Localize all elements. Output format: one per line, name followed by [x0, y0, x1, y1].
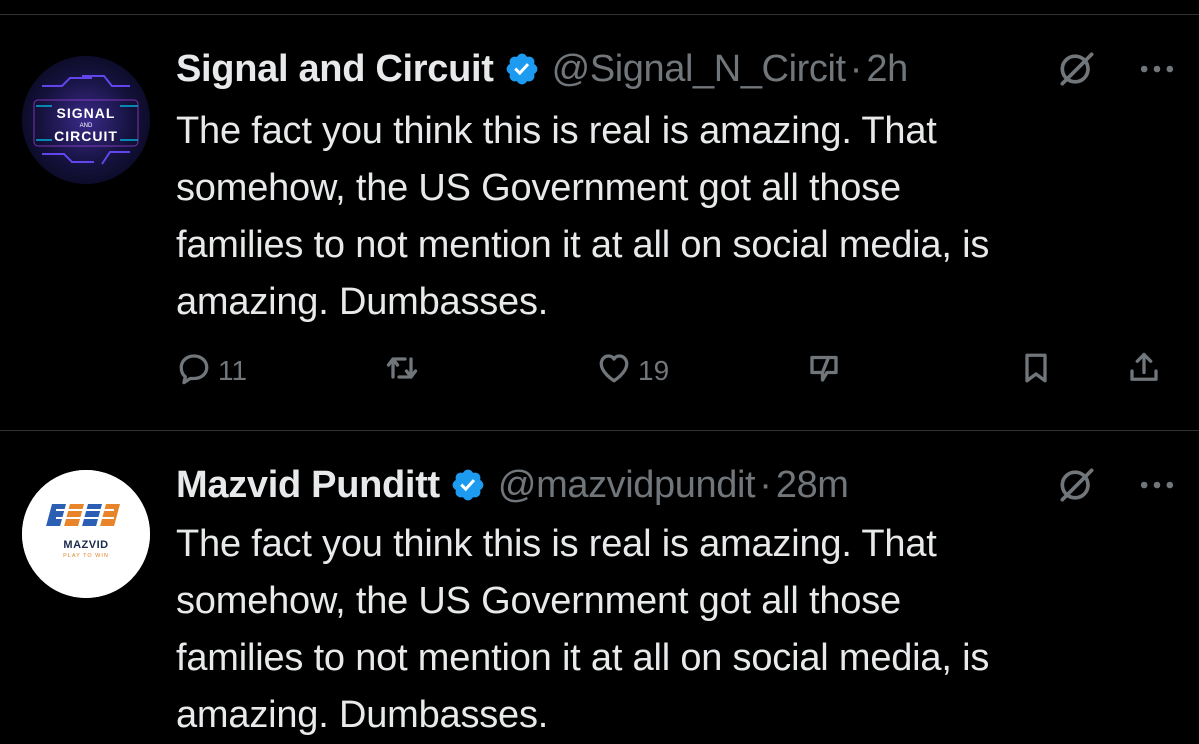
tweet-text-line: families to not mention it at all on soc…: [176, 637, 990, 679]
retweet-button[interactable]: [384, 349, 420, 393]
verified-badge-icon: [504, 51, 540, 87]
tweet-text-line: The fact you think this is real is amazi…: [176, 110, 937, 152]
share-icon: [1126, 350, 1162, 393]
display-name[interactable]: Mazvid Punditt: [176, 464, 440, 507]
reply-icon: [176, 350, 212, 393]
tweet-header: Mazvid Punditt @mazvidpundit · 28m: [176, 455, 1179, 515]
avatar[interactable]: SIGNAL AND CIRCUIT: [22, 56, 150, 184]
reply-count: 11: [218, 355, 248, 386]
grok-icon[interactable]: [1055, 47, 1099, 91]
tweet-text-line: somehow, the US Government got all those: [176, 580, 901, 622]
action-bar: 11 19: [176, 349, 1176, 393]
grok-image-icon: [806, 350, 842, 393]
avatar-text-1: MAZVID: [63, 539, 108, 551]
separator-dot: ·: [759, 463, 772, 506]
avatar-text-1: SIGNAL: [57, 105, 116, 121]
tweet-text-line: somehow, the US Government got all those: [176, 167, 901, 209]
tweet-text-line: The fact you think this is real is amazi…: [176, 523, 937, 565]
retweet-icon: [384, 350, 420, 393]
bookmark-button[interactable]: [1018, 349, 1054, 393]
grok-icon[interactable]: [1055, 463, 1099, 507]
share-button[interactable]: [1126, 349, 1162, 393]
tweet-header: Signal and Circuit @Signal_N_Circit · 2h: [176, 39, 1179, 99]
handle[interactable]: @Signal_N_Circit: [552, 48, 846, 91]
tweet-text-line: families to not mention it at all on soc…: [176, 224, 990, 266]
separator-dot: ·: [849, 47, 863, 90]
like-icon: [596, 350, 632, 393]
tweet-text-line: amazing. Dumbasses.: [176, 281, 549, 323]
verified-badge-icon: [450, 467, 486, 503]
avatar-text-2: PLAY TO WIN: [63, 553, 109, 559]
timestamp[interactable]: 28m: [776, 464, 849, 507]
tweet-text: The fact you think this is real is amazi…: [176, 103, 1166, 331]
timestamp[interactable]: 2h: [866, 48, 908, 91]
tweet[interactable]: MAZVID PLAY TO WIN Mazvid Punditt @mazvi…: [0, 431, 1199, 736]
tweet-text: The fact you think this is real is amazi…: [176, 516, 1166, 744]
display-name[interactable]: Signal and Circuit: [176, 48, 494, 91]
more-icon[interactable]: [1135, 463, 1179, 507]
more-icon[interactable]: [1135, 47, 1179, 91]
avatar-text-3: CIRCUIT: [54, 128, 118, 144]
bookmark-icon: [1018, 350, 1054, 393]
like-count: 19: [638, 355, 670, 386]
like-button[interactable]: 19: [596, 349, 669, 393]
reply-button[interactable]: 11: [176, 349, 247, 393]
handle[interactable]: @mazvidpundit: [498, 464, 756, 507]
tweet-text-line: amazing. Dumbasses.: [176, 694, 549, 736]
tweet[interactable]: SIGNAL AND CIRCUIT Signal and Circuit @S…: [0, 15, 1199, 430]
avatar[interactable]: MAZVID PLAY TO WIN: [22, 470, 150, 598]
grok-image-button[interactable]: [806, 349, 842, 393]
